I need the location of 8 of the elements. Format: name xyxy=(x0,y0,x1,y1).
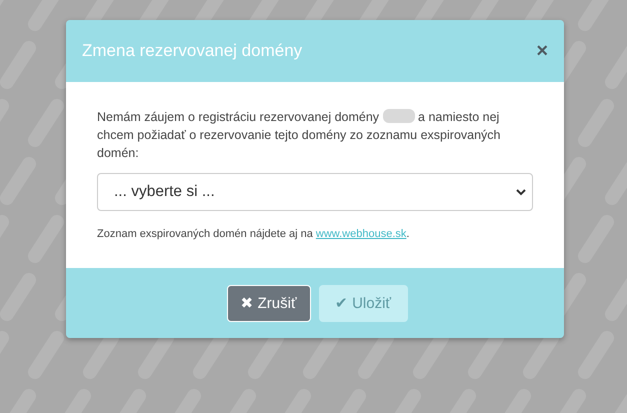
note-text: Zoznam exspirovaných domén nájdete aj na www.webhouse.sk. xyxy=(97,228,410,240)
dialog-title: Zmena rezervovanej domény xyxy=(82,41,302,61)
close-button[interactable]: × xyxy=(536,40,548,62)
chevron-down-icon xyxy=(516,188,526,196)
domain-select[interactable]: ... vyberte si ... xyxy=(97,173,533,211)
cancel-button[interactable]: ✖ Zrušiť xyxy=(226,284,310,322)
webhouse-link[interactable]: www.webhouse.sk xyxy=(316,228,406,240)
message-text: Nemám záujem o registráciu rezervovanej domény a namiesto nej chcem požiadať o rezervovanie tejto domény zo zoznamu exspirovaných domén: xyxy=(97,108,502,162)
